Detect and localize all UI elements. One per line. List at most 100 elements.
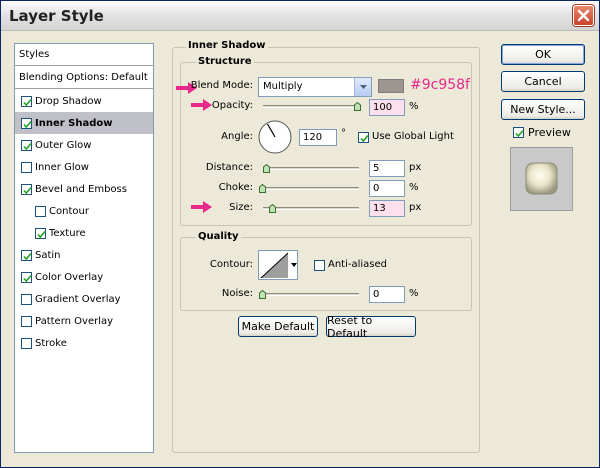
style-checkbox[interactable] — [21, 161, 32, 173]
style-item-label: Texture — [49, 227, 86, 239]
style-item-label: Color Overlay — [35, 271, 104, 283]
choke-slider-track[interactable] — [259, 187, 359, 190]
opacity-input[interactable]: 100 — [369, 99, 405, 116]
noise-unit: % — [409, 288, 419, 299]
use-global-light-checkbox[interactable] — [358, 132, 369, 143]
opacity-unit: % — [409, 101, 419, 112]
checkmark-icon — [23, 274, 32, 282]
contour-label: Contour: — [209, 259, 253, 270]
use-global-light-label[interactable]: Use Global Light — [372, 131, 454, 142]
style-item-label: Satin — [35, 249, 61, 261]
distance-slider-thumb[interactable] — [263, 164, 270, 173]
quality-title: Quality — [196, 231, 241, 242]
styles-list: Styles Blending Options: Default Drop Sh… — [14, 43, 154, 453]
size-slider-thumb[interactable] — [269, 204, 277, 213]
reset-to-default-button[interactable]: Reset to Default — [326, 314, 416, 340]
window-title: Layer Style — [9, 7, 104, 25]
preview-label[interactable]: Preview — [528, 126, 571, 139]
size-unit: px — [409, 202, 422, 213]
styles-list-item[interactable]: Inner Shadow — [15, 112, 153, 134]
styles-list-item[interactable]: Contour — [15, 200, 153, 222]
angle-dial[interactable] — [257, 119, 293, 155]
close-icon — [577, 9, 590, 22]
style-checkbox[interactable] — [21, 315, 32, 327]
checkmark-icon — [23, 252, 32, 260]
close-button[interactable] — [573, 5, 594, 26]
styles-list-item[interactable]: Stroke — [15, 332, 153, 354]
checkmark-icon — [23, 186, 32, 194]
distance-label: Distance: — [205, 162, 253, 173]
anti-aliased-checkbox[interactable] — [314, 260, 325, 271]
distance-input[interactable]: 5 — [369, 160, 405, 177]
quality-group — [180, 237, 472, 311]
title-bar[interactable]: Layer Style — [1, 1, 599, 31]
choke-unit: % — [409, 182, 419, 193]
noise-slider-track[interactable] — [259, 293, 359, 296]
layer-style-dialog: Layer Style Styles Blending Options: Def… — [0, 0, 600, 468]
style-item-label: Inner Glow — [35, 161, 89, 173]
angle-input[interactable]: 120 — [299, 129, 337, 146]
style-checkbox[interactable] — [21, 337, 32, 349]
style-item-label: Inner Shadow — [35, 117, 113, 129]
styles-list-item[interactable]: Gradient Overlay — [15, 288, 153, 310]
size-slider-track[interactable] — [263, 207, 359, 210]
styles-list-item[interactable]: Inner Glow — [15, 156, 153, 178]
distance-slider-track[interactable] — [263, 167, 359, 170]
styles-list-item[interactable]: Pattern Overlay — [15, 310, 153, 332]
styles-list-item[interactable]: Outer Glow — [15, 134, 153, 156]
choke-label: Choke: — [218, 182, 253, 193]
preview-checkbox[interactable] — [513, 127, 524, 138]
style-item-label: Drop Shadow — [35, 95, 102, 107]
noise-slider-thumb[interactable] — [259, 290, 266, 299]
style-checkbox[interactable] — [21, 183, 32, 195]
style-item-label: Bevel and Emboss — [35, 183, 127, 195]
style-checkbox[interactable] — [21, 249, 32, 261]
inner-shadow-title: Inner Shadow — [186, 40, 268, 51]
style-item-label: Outer Glow — [35, 139, 92, 151]
angle-label: Angle: — [221, 131, 253, 142]
style-checkbox[interactable] — [21, 271, 32, 283]
styles-list-item[interactable]: Texture — [15, 222, 153, 244]
style-checkbox[interactable] — [21, 139, 32, 151]
anti-aliased-label[interactable]: Anti-aliased — [328, 259, 387, 270]
make-default-button[interactable]: Make Default — [238, 316, 318, 337]
checkmark-icon — [515, 129, 524, 138]
blending-options-item[interactable]: Blending Options: Default — [15, 67, 153, 89]
style-checkbox[interactable] — [21, 95, 32, 107]
style-checkbox[interactable] — [35, 227, 46, 239]
contour-picker[interactable] — [258, 250, 298, 280]
shadow-color-swatch[interactable] — [378, 79, 404, 93]
blend-mode-select[interactable]: Multiply — [258, 77, 372, 97]
color-hex-annotation: #9c958f — [410, 77, 470, 93]
checkmark-icon — [23, 142, 32, 150]
new-style-button[interactable]: New Style... — [501, 99, 585, 120]
noise-input[interactable]: 0 — [369, 286, 405, 303]
ok-button[interactable]: OK — [501, 44, 585, 65]
contour-preview-icon — [260, 252, 289, 279]
opacity-slider-thumb[interactable] — [354, 102, 361, 111]
opacity-slider-track[interactable] — [263, 105, 361, 108]
style-checkbox[interactable] — [21, 117, 32, 129]
size-input[interactable]: 13 — [369, 200, 405, 217]
style-checkbox[interactable] — [21, 293, 32, 305]
degree-unit: ° — [341, 128, 346, 139]
style-item-label: Gradient Overlay — [35, 293, 121, 305]
styles-list-item[interactable]: Satin — [15, 244, 153, 266]
checkmark-icon — [360, 134, 369, 143]
style-checkbox[interactable] — [35, 205, 46, 217]
noise-label: Noise: — [221, 288, 253, 299]
preview-thumbnail — [510, 147, 573, 211]
style-item-label: Stroke — [35, 337, 67, 349]
styles-list-item[interactable]: Color Overlay — [15, 266, 153, 288]
choke-input[interactable]: 0 — [369, 180, 405, 197]
styles-header[interactable]: Styles — [15, 44, 153, 66]
choke-slider-thumb[interactable] — [259, 184, 266, 193]
structure-title: Structure — [196, 56, 254, 67]
size-label: Size: — [229, 202, 253, 213]
chevron-down-icon — [354, 78, 371, 96]
cancel-button[interactable]: Cancel — [501, 71, 585, 92]
checkmark-icon — [23, 120, 32, 128]
blend-mode-label: Blend Mode: — [190, 80, 253, 91]
styles-list-item[interactable]: Drop Shadow — [15, 90, 153, 112]
styles-list-item[interactable]: Bevel and Emboss — [15, 178, 153, 200]
